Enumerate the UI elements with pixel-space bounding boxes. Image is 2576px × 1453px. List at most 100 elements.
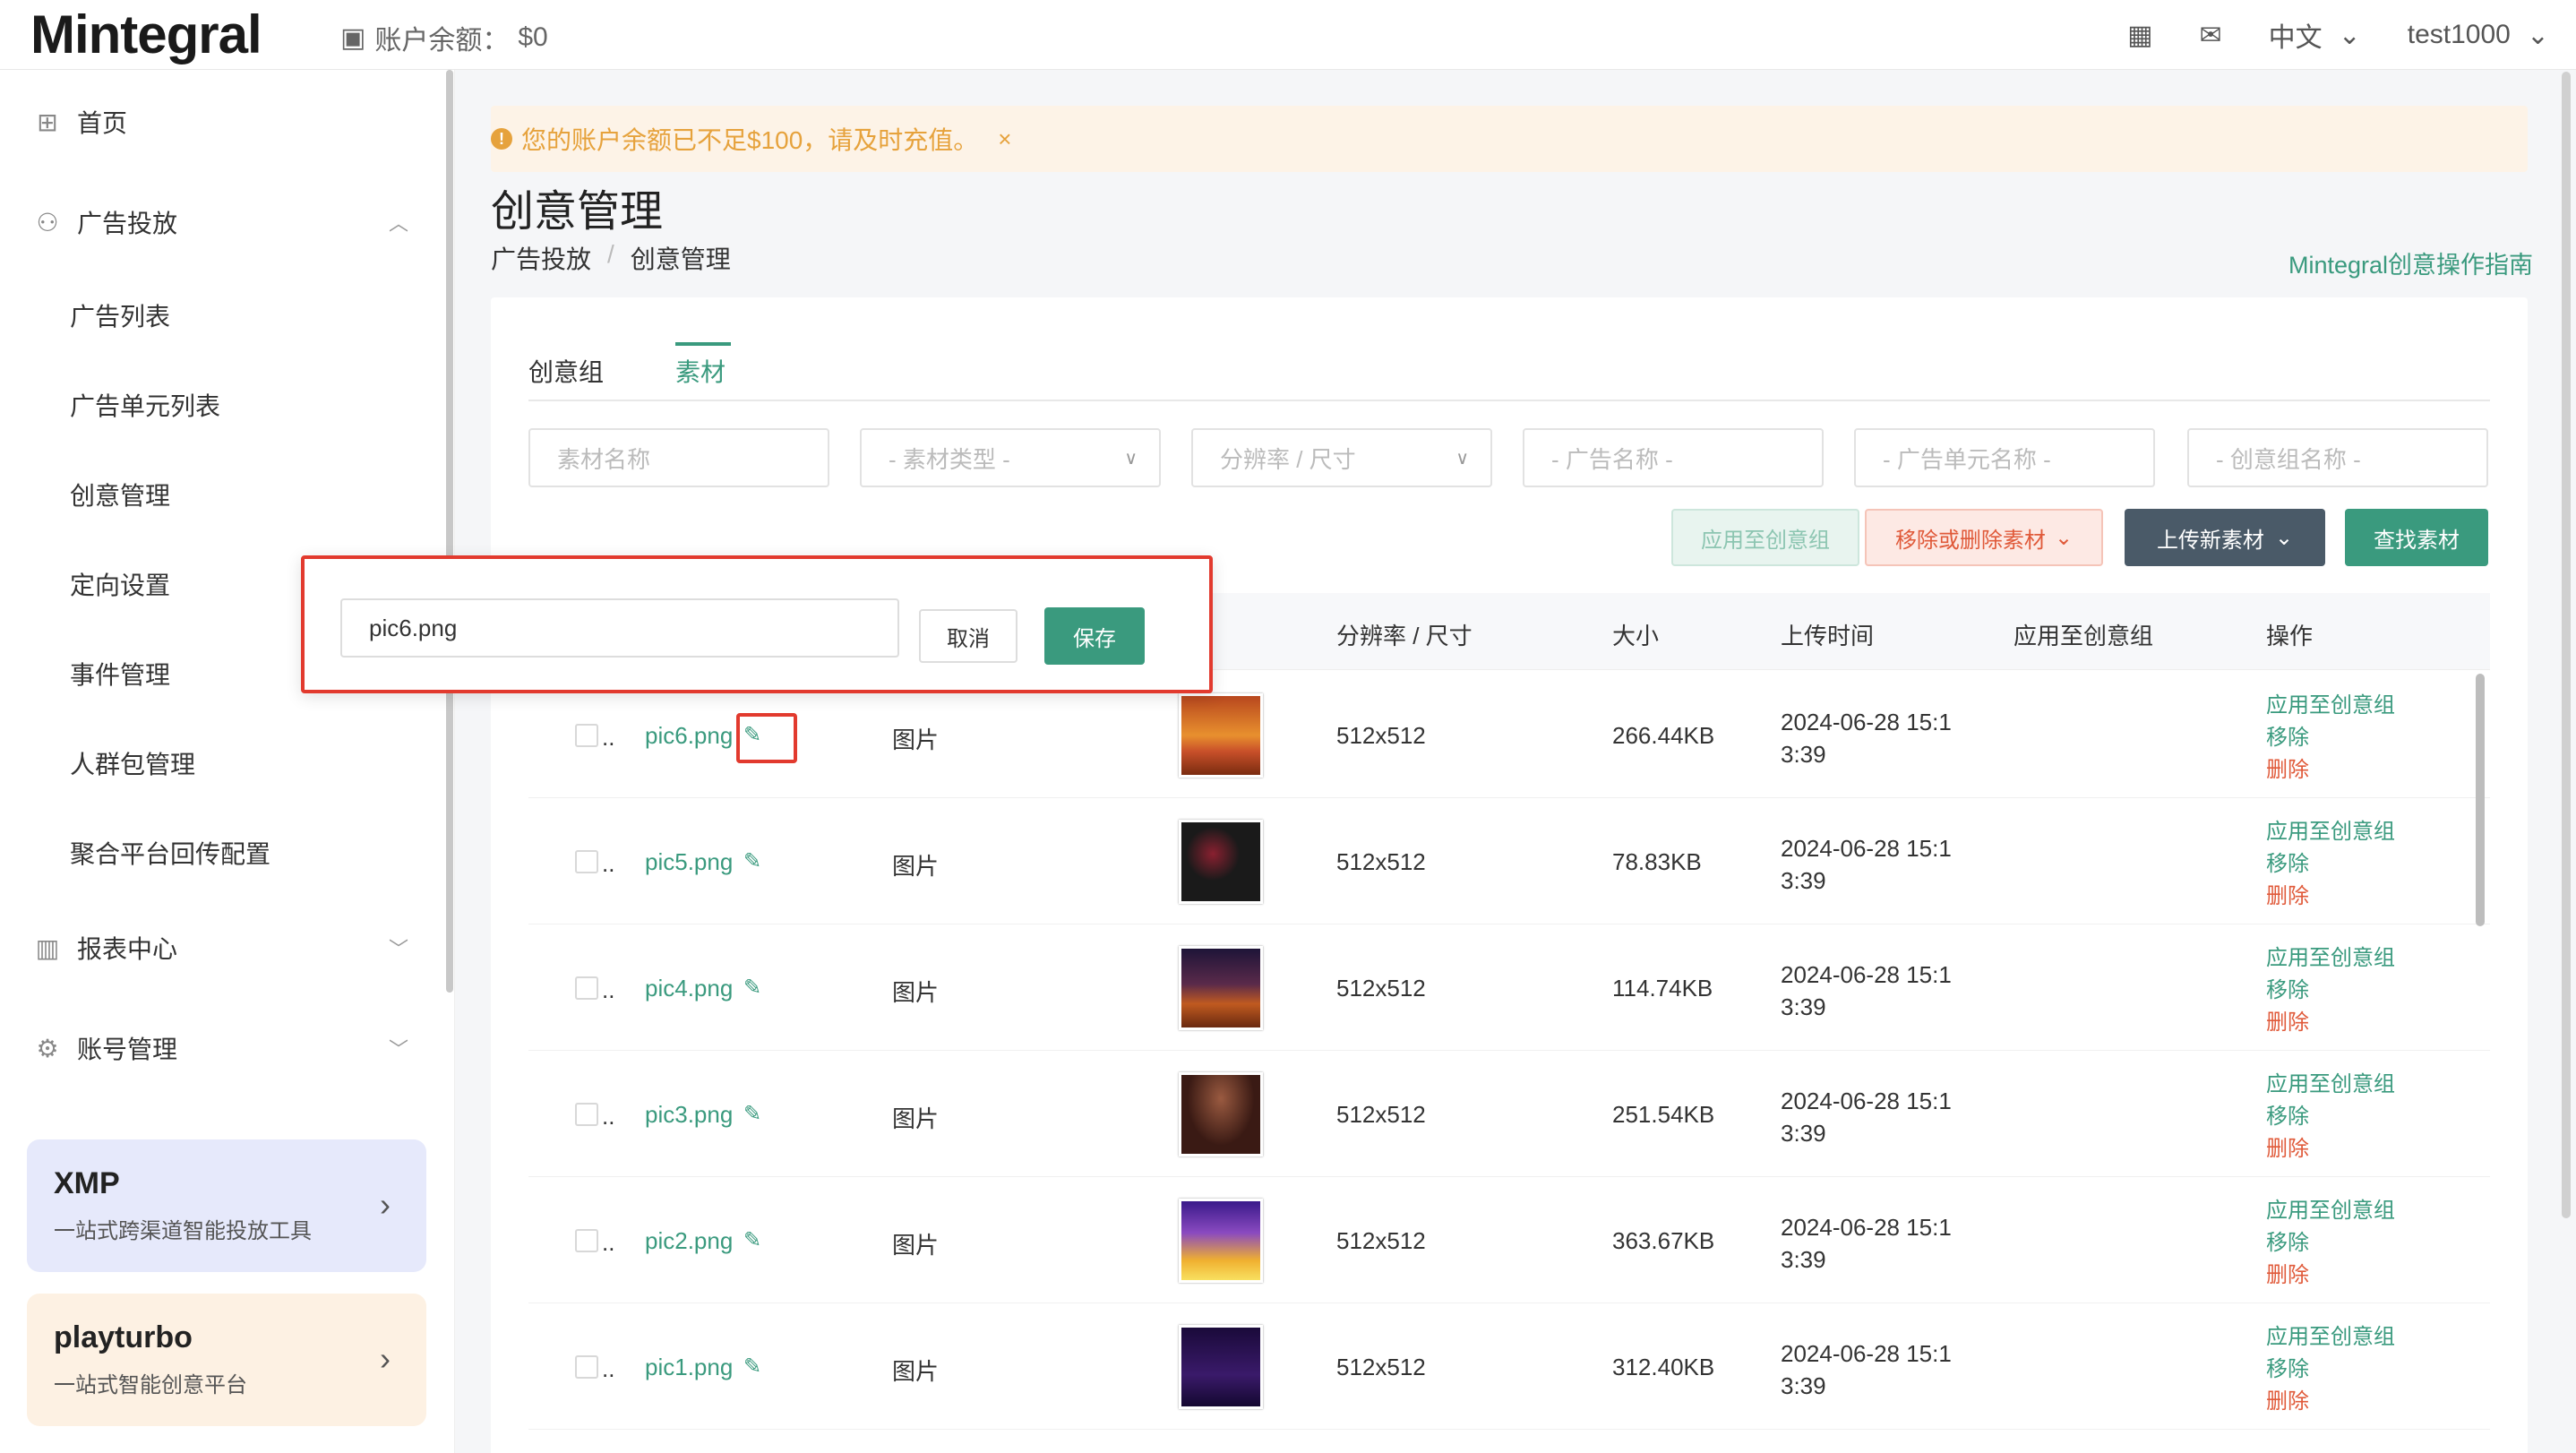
remove-link[interactable]: 移除 bbox=[2266, 1354, 2395, 1386]
edit-icon[interactable]: ✎ bbox=[743, 1227, 761, 1253]
thumbnail-image[interactable] bbox=[1179, 1325, 1263, 1409]
thumbnail-image[interactable] bbox=[1179, 820, 1263, 904]
delete-link[interactable]: 删除 bbox=[2266, 881, 2395, 913]
apps-grid-icon[interactable]: ▦ bbox=[2127, 20, 2152, 51]
table-scrollbar[interactable] bbox=[2476, 674, 2485, 926]
thumbnail-image[interactable] bbox=[1179, 1072, 1263, 1156]
edit-icon[interactable]: ✎ bbox=[743, 1101, 761, 1127]
chevron-right-icon: › bbox=[380, 1186, 391, 1223]
tab-material[interactable]: 素材 bbox=[675, 353, 726, 389]
edit-icon[interactable]: ✎ bbox=[743, 975, 761, 1001]
ad-name-select[interactable]: - 广告名称 - bbox=[1523, 428, 1824, 487]
apply-to-group-link[interactable]: 应用至创意组 bbox=[2266, 1069, 2395, 1101]
file-name-link[interactable]: pic5.png bbox=[645, 848, 733, 876]
remove-link[interactable]: 移除 bbox=[2266, 722, 2395, 754]
material-type-select[interactable]: - 素材类型 - ∨ bbox=[860, 428, 1161, 487]
user-menu[interactable]: test1000 ⌄ bbox=[2408, 20, 2549, 51]
row-checkbox[interactable] bbox=[575, 850, 598, 873]
save-button[interactable]: 保存 bbox=[1044, 607, 1145, 665]
row-actions: 应用至创意组 移除 删除 bbox=[2266, 1195, 2395, 1292]
resolution-select[interactable]: 分辨率 / 尺寸 ∨ bbox=[1191, 428, 1492, 487]
delete-link[interactable]: 删除 bbox=[2266, 1007, 2395, 1039]
delete-link[interactable]: 删除 bbox=[2266, 1260, 2395, 1292]
remove-link[interactable]: 移除 bbox=[2266, 1227, 2395, 1260]
mintegral-logo[interactable]: Mintegral bbox=[30, 4, 262, 65]
row-checkbox[interactable] bbox=[575, 1355, 598, 1379]
sidebar-item-label: 首页 bbox=[77, 109, 128, 137]
apply-to-group-link[interactable]: 应用至创意组 bbox=[2266, 942, 2395, 975]
file-name-link[interactable]: pic3.png bbox=[645, 1101, 733, 1129]
rename-popover: pic6.png 取消 保存 bbox=[301, 555, 1213, 693]
apply-to-group-link[interactable]: 应用至创意组 bbox=[2266, 1195, 2395, 1227]
column-header: 分辨率 / 尺寸 bbox=[1336, 623, 1473, 649]
sidebar-sub-postback[interactable]: 聚合平台回传配置 bbox=[70, 835, 270, 871]
sidebar-item-reports[interactable]: ▥ 报表中心 ﹀ bbox=[0, 921, 446, 975]
close-icon[interactable]: × bbox=[998, 125, 1011, 153]
guide-link[interactable]: Mintegral创意操作指南 bbox=[2288, 245, 2533, 280]
sidebar-scrollbar[interactable] bbox=[446, 70, 453, 993]
remove-link[interactable]: 移除 bbox=[2266, 975, 2395, 1007]
apply-to-group-link[interactable]: 应用至创意组 bbox=[2266, 1321, 2395, 1354]
thumbnail-image[interactable] bbox=[1179, 1199, 1263, 1283]
file-type: 图片 bbox=[892, 1358, 940, 1385]
sidebar: ⊞ 首页 ⚇ 广告投放 ︿ 广告列表 广告单元列表 创意管理 定向设置 事件管理 人群… bbox=[0, 70, 455, 1453]
select-placeholder: 分辨率 / 尺寸 bbox=[1220, 445, 1356, 473]
mail-icon[interactable]: ✉ bbox=[2199, 20, 2221, 51]
row-checkbox[interactable] bbox=[575, 1229, 598, 1252]
chart-icon: ▥ bbox=[35, 933, 60, 962]
remove-link[interactable]: 移除 bbox=[2266, 848, 2395, 881]
chevron-right-icon: › bbox=[380, 1340, 391, 1377]
delete-link[interactable]: 删除 bbox=[2266, 1133, 2395, 1165]
sidebar-item-ads[interactable]: ⚇ 广告投放 ︿ bbox=[0, 195, 446, 249]
file-name-link[interactable]: pic2.png bbox=[645, 1227, 733, 1255]
sidebar-item-home[interactable]: ⊞ 首页 bbox=[0, 95, 446, 149]
sidebar-item-label: 账号管理 bbox=[77, 1036, 178, 1063]
search-button[interactable]: 查找素材 bbox=[2345, 509, 2488, 566]
column-header: 大小 bbox=[1612, 623, 1660, 649]
language-select[interactable]: 中文 ⌄ bbox=[2269, 15, 2361, 55]
ad-unit-name-select[interactable]: - 广告单元名称 - bbox=[1854, 428, 2155, 487]
file-name-link[interactable]: pic1.png bbox=[645, 1354, 733, 1381]
edit-icon[interactable]: ✎ bbox=[743, 1354, 761, 1380]
size-value: 363.67KB bbox=[1612, 1227, 1715, 1254]
file-type: 图片 bbox=[892, 853, 940, 880]
row-checkbox[interactable] bbox=[575, 976, 598, 1000]
page-scrollbar[interactable] bbox=[2562, 72, 2571, 1218]
upload-button[interactable]: 上传新素材 ⌄ bbox=[2125, 509, 2325, 566]
file-name-link[interactable]: pic4.png bbox=[645, 975, 733, 1002]
apply-to-group-link[interactable]: 应用至创意组 bbox=[2266, 690, 2395, 722]
sidebar-sub-creative[interactable]: 创意管理 bbox=[70, 477, 170, 512]
remove-delete-button[interactable]: 移除或删除素材 ⌄ bbox=[1865, 509, 2103, 566]
resolution-value: 512x512 bbox=[1336, 1227, 1426, 1254]
rename-input[interactable]: pic6.png bbox=[340, 598, 899, 658]
upload-time: 2024-06-28 15:1 3:39 bbox=[1781, 1085, 1952, 1149]
delete-link[interactable]: 删除 bbox=[2266, 754, 2395, 787]
wallet-icon: ▣ bbox=[340, 22, 366, 53]
apply-to-group-link[interactable]: 应用至创意组 bbox=[2266, 816, 2395, 848]
promo-playturbo[interactable]: playturbo 一站式智能创意平台 › bbox=[27, 1294, 426, 1426]
promo-xmp[interactable]: XMP 一站式跨渠道智能投放工具 › bbox=[27, 1139, 426, 1272]
material-name-input[interactable]: 素材名称 bbox=[528, 428, 829, 487]
tab-creative-group[interactable]: 创意组 bbox=[528, 353, 604, 389]
upload-time-line: 2024-06-28 15:1 bbox=[1781, 1088, 1952, 1114]
thumbnail-image[interactable] bbox=[1179, 946, 1263, 1030]
sidebar-sub-ad-unit-list[interactable]: 广告单元列表 bbox=[70, 387, 220, 423]
thumbnail-image[interactable] bbox=[1179, 693, 1263, 778]
creative-group-name-select[interactable]: - 创意组名称 - bbox=[2187, 428, 2488, 487]
remove-link[interactable]: 移除 bbox=[2266, 1101, 2395, 1133]
breadcrumb-item[interactable]: 广告投放 bbox=[491, 240, 591, 276]
top-bar: Mintegral ▣ 账户余额： $0 ▦ ✉ 中文 ⌄ test1000 ⌄ bbox=[0, 0, 2576, 70]
sidebar-sub-audience[interactable]: 人群包管理 bbox=[70, 745, 195, 781]
file-name-link[interactable]: pic6.png bbox=[645, 722, 733, 750]
cancel-button[interactable]: 取消 bbox=[919, 609, 1018, 663]
apply-to-group-button[interactable]: 应用至创意组 bbox=[1671, 509, 1859, 566]
sidebar-sub-targeting[interactable]: 定向设置 bbox=[70, 566, 170, 602]
row-checkbox[interactable] bbox=[575, 724, 598, 747]
delete-link[interactable]: 删除 bbox=[2266, 1386, 2395, 1418]
sidebar-sub-events[interactable]: 事件管理 bbox=[70, 656, 170, 692]
sidebar-item-account[interactable]: ⚙ 账号管理 ﹀ bbox=[0, 1021, 446, 1075]
row-checkbox[interactable] bbox=[575, 1103, 598, 1126]
file-type: 图片 bbox=[892, 979, 940, 1006]
edit-icon[interactable]: ✎ bbox=[743, 848, 761, 874]
sidebar-sub-ad-list[interactable]: 广告列表 bbox=[70, 297, 170, 333]
